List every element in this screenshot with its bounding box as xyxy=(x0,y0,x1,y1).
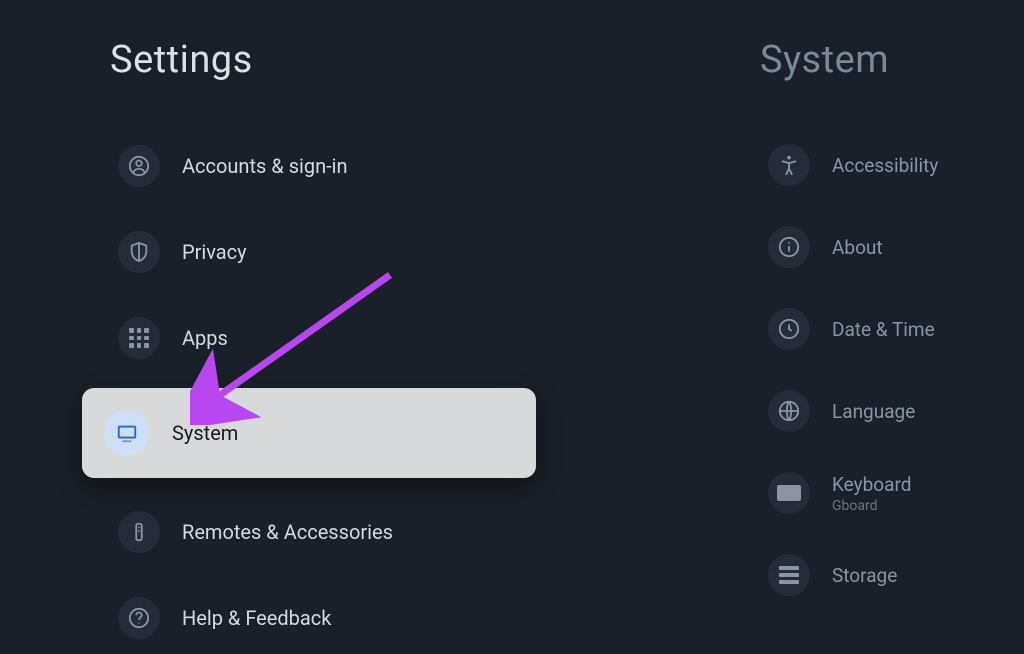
menu-item-keyboard[interactable]: Keyboard Gboard xyxy=(760,458,1024,528)
account-icon xyxy=(118,145,160,187)
apps-icon xyxy=(118,317,160,359)
remote-icon xyxy=(118,511,160,553)
settings-title: Settings xyxy=(110,38,560,82)
menu-item-help[interactable]: Help & Feedback xyxy=(110,582,560,654)
menu-sublabel: Gboard xyxy=(832,498,911,514)
system-title: System xyxy=(760,38,1024,82)
menu-label: Language xyxy=(832,400,915,423)
menu-label: Storage xyxy=(832,564,897,587)
menu-item-accessibility[interactable]: Accessibility xyxy=(760,130,1024,200)
storage-icon xyxy=(768,554,810,596)
menu-item-language[interactable]: Language xyxy=(760,376,1024,446)
menu-item-apps[interactable]: Apps xyxy=(110,302,560,374)
menu-label: Date & Time xyxy=(832,318,935,341)
menu-item-storage[interactable]: Storage xyxy=(760,540,1024,610)
monitor-icon xyxy=(104,410,150,456)
menu-label: Accessibility xyxy=(832,154,938,177)
menu-item-datetime[interactable]: Date & Time xyxy=(760,294,1024,364)
menu-label: Privacy xyxy=(182,240,247,264)
clock-icon xyxy=(768,308,810,350)
menu-label: Apps xyxy=(182,326,228,350)
menu-item-remotes[interactable]: Remotes & Accessories xyxy=(110,496,560,568)
menu-label: System xyxy=(172,421,238,445)
menu-label: Help & Feedback xyxy=(182,606,331,630)
info-icon xyxy=(768,226,810,268)
menu-label: About xyxy=(832,236,883,259)
globe-icon xyxy=(768,390,810,432)
menu-label: Remotes & Accessories xyxy=(182,520,393,544)
help-icon xyxy=(118,597,160,639)
keyboard-icon xyxy=(768,472,810,514)
menu-item-privacy[interactable]: Privacy xyxy=(110,216,560,288)
system-panel: System Accessibility About Date & Time L… xyxy=(560,0,1024,636)
shield-icon xyxy=(118,231,160,273)
settings-panel: Settings Accounts & sign-in Privacy Apps… xyxy=(0,0,560,636)
menu-item-about[interactable]: About xyxy=(760,212,1024,282)
menu-item-system[interactable]: System xyxy=(82,388,536,478)
menu-item-accounts[interactable]: Accounts & sign-in xyxy=(110,130,560,202)
menu-label: Accounts & sign-in xyxy=(182,154,348,178)
menu-label: Keyboard xyxy=(832,473,911,496)
accessibility-icon xyxy=(768,144,810,186)
